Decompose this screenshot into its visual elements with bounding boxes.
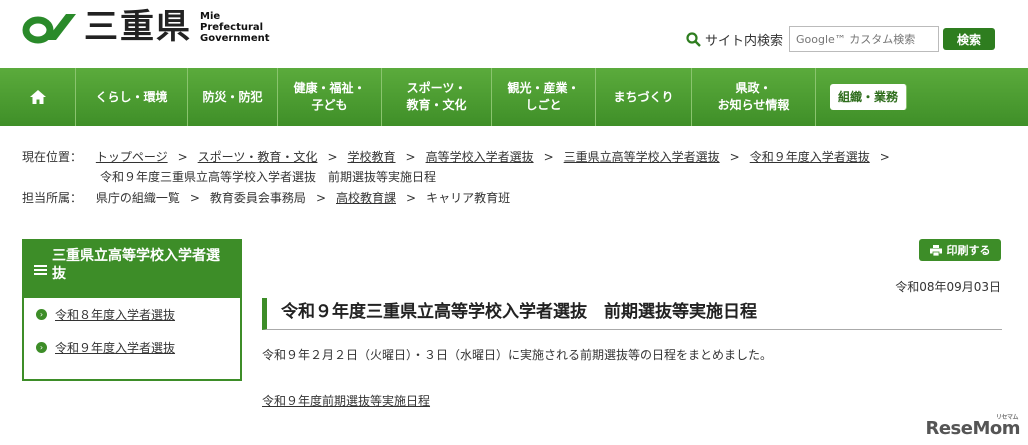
breadcrumb-link[interactable]: 高等学校入学者選抜 bbox=[426, 150, 534, 164]
department-link[interactable]: 高校教育課 bbox=[336, 191, 396, 205]
department-item: 教育委員会事務局 bbox=[209, 191, 306, 205]
logo-en-line: Mie bbox=[200, 10, 221, 22]
resemom-watermark: リセマム ReseMom bbox=[925, 414, 1020, 439]
breadcrumb-separator: > bbox=[406, 191, 417, 205]
nav-item-town[interactable]: まちづくり bbox=[596, 68, 692, 126]
nav-item-prefecture[interactable]: 県政・ お知らせ情報 bbox=[692, 68, 816, 126]
breadcrumb-separator: > bbox=[879, 150, 890, 164]
sidebar-heading: 三重県立高等学校入学者選抜 bbox=[24, 241, 240, 298]
logo-en-line: Prefectural bbox=[200, 21, 264, 33]
nav-home[interactable] bbox=[0, 68, 76, 126]
page-title-block: 令和９年度三重県立高等学校入学者選抜 前期選抜等実施日程 bbox=[262, 298, 1002, 330]
home-icon bbox=[29, 90, 46, 104]
body-text: 令和９年２月２日（火曜日）・３日（水曜日）に実施される前期選抜等の日程をまとめま… bbox=[262, 348, 773, 362]
breadcrumb: 現在位置： トップページ > スポーツ・教育・文化 > 学校教育 > 高等学校入学者選抜 > 三… bbox=[22, 148, 900, 165]
breadcrumb-link[interactable]: 学校教育 bbox=[348, 150, 396, 164]
site-header: 三重県 Mie Prefectural Government サイト内検索 検索 bbox=[0, 0, 1028, 68]
sidebar-heading-text: 三重県立高等学校入学者選抜 bbox=[52, 248, 220, 282]
search-button[interactable]: 検索 bbox=[943, 28, 996, 50]
search-label: サイト内検索 bbox=[705, 33, 784, 49]
nav-item-disaster[interactable]: 防災・防犯 bbox=[188, 68, 278, 126]
breadcrumb-separator: > bbox=[315, 191, 326, 205]
breadcrumb-link[interactable]: トップページ bbox=[96, 150, 168, 164]
sidebar-item-r8: › 令和８年度入学者選抜 bbox=[24, 298, 240, 331]
chevron-right-icon: › bbox=[36, 342, 47, 353]
breadcrumb-separator: > bbox=[405, 150, 416, 164]
printer-icon bbox=[929, 244, 942, 256]
site-logo[interactable]: 三重県 Mie Prefectural Government bbox=[22, 10, 270, 44]
logo-english: Mie Prefectural Government bbox=[200, 11, 270, 44]
page-title: 令和９年度三重県立高等学校入学者選抜 前期選抜等実施日程 bbox=[281, 302, 757, 322]
search-icon bbox=[686, 31, 701, 47]
breadcrumb-current: 令和９年度三重県立高等学校入学者選抜 前期選抜等実施日程 bbox=[100, 170, 437, 184]
nav-item-sports-education[interactable]: スポーツ・ 教育・文化 bbox=[382, 68, 492, 126]
menu-icon bbox=[34, 265, 47, 277]
sidebar: 三重県立高等学校入学者選抜 › 令和８年度入学者選抜 › 令和９年度入学者選抜 bbox=[22, 239, 242, 381]
nav-item-organization[interactable]: 組織・業務 bbox=[830, 84, 908, 110]
breadcrumb-separator: > bbox=[729, 150, 740, 164]
logo-kanji: 三重県 bbox=[84, 7, 192, 47]
nav-item-tourism[interactable]: 観光・産業・ しごと bbox=[492, 68, 596, 126]
global-nav: くらし・環境 防災・防犯 健康・福祉・ 子ども スポーツ・ 教育・文化 観光・産… bbox=[0, 68, 1028, 126]
chevron-right-icon: › bbox=[36, 309, 47, 320]
watermark-small: リセマム bbox=[995, 414, 1019, 421]
nav-item-health[interactable]: 健康・福祉・ 子ども bbox=[278, 68, 382, 126]
sidebar-item-r9: › 令和９年度入学者選抜 bbox=[24, 331, 240, 364]
department-breadcrumb: 担当所属： 県庁の組織一覧 > 教育委員会事務局 > 高校教育課 > キャリア教育班 bbox=[22, 189, 510, 206]
department-label: 担当所属： bbox=[22, 191, 83, 205]
mie-logo-mark-icon bbox=[22, 14, 76, 44]
breadcrumb-label: 現在位置： bbox=[22, 150, 83, 164]
nav-item-living[interactable]: くらし・環境 bbox=[76, 68, 188, 126]
publish-date: 令和08年09月03日 bbox=[895, 280, 1001, 294]
department-item: キャリア教育班 bbox=[426, 191, 511, 205]
watermark-text: ReseMom bbox=[925, 418, 1020, 439]
print-label: 印刷する bbox=[946, 244, 991, 257]
breadcrumb-separator: > bbox=[189, 191, 200, 205]
site-search: サイト内検索 検索 bbox=[686, 26, 996, 52]
department-item: 県庁の組織一覧 bbox=[95, 191, 180, 205]
sidebar-link[interactable]: 令和９年度入学者選抜 bbox=[55, 339, 175, 356]
logo-en-line: Government bbox=[200, 32, 270, 44]
schedule-document-link[interactable]: 令和９年度前期選抜等実施日程 bbox=[262, 392, 430, 409]
breadcrumb-separator: > bbox=[177, 150, 188, 164]
search-input[interactable] bbox=[789, 26, 940, 52]
print-button[interactable]: 印刷する bbox=[919, 239, 1001, 261]
breadcrumb-separator: > bbox=[327, 150, 338, 164]
sidebar-link[interactable]: 令和８年度入学者選抜 bbox=[55, 306, 175, 323]
breadcrumb-link[interactable]: スポーツ・教育・文化 bbox=[198, 150, 318, 164]
breadcrumb-link[interactable]: 三重県立高等学校入学者選抜 bbox=[564, 150, 720, 164]
breadcrumb-separator: > bbox=[543, 150, 554, 164]
breadcrumb-link[interactable]: 令和９年度入学者選抜 bbox=[750, 150, 870, 164]
